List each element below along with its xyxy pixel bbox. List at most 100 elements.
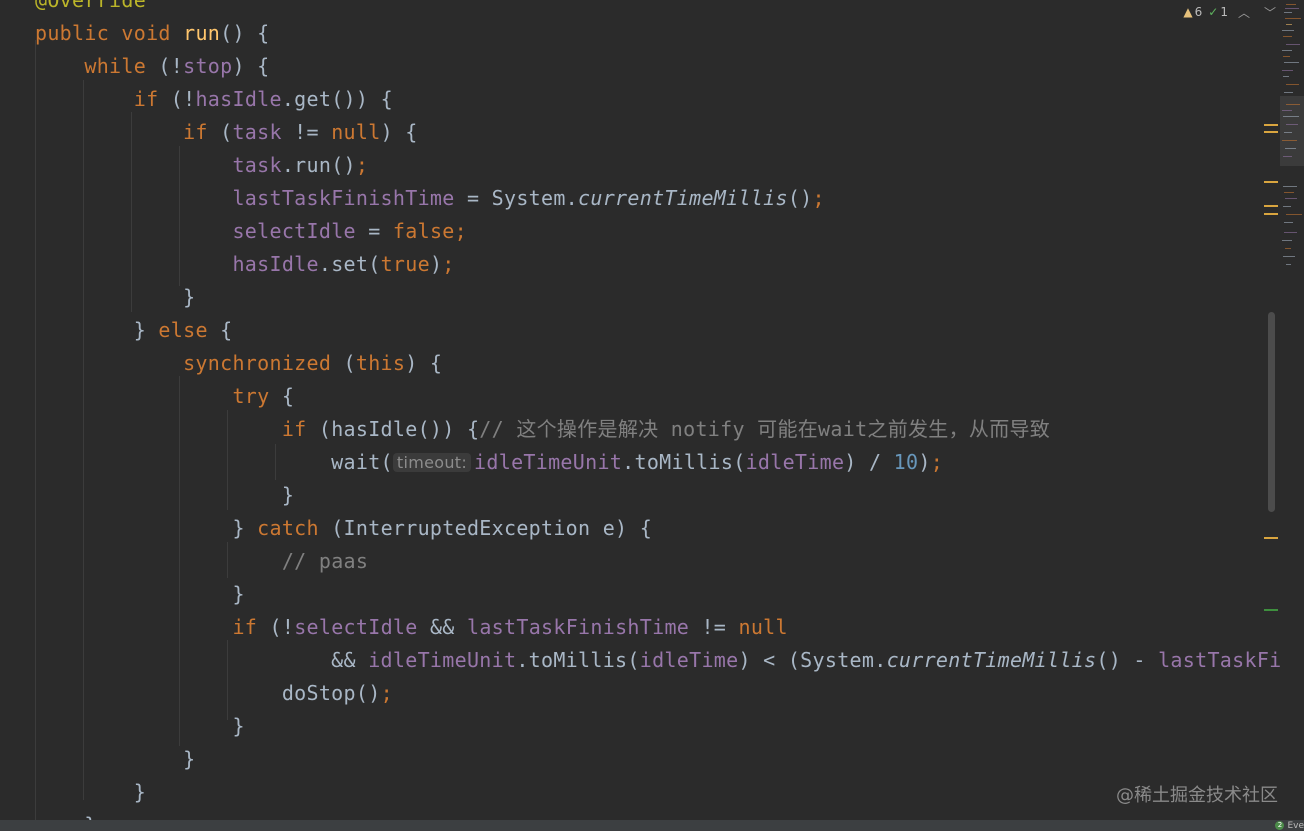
code-token: lastTaskFinishTime <box>232 186 455 210</box>
code-token: selectIdle <box>232 219 356 243</box>
code-token: != <box>689 615 739 639</box>
code-line[interactable]: while (!stop) { <box>35 50 270 83</box>
code-token: != <box>281 120 332 144</box>
code-token: = <box>355 219 393 243</box>
warning-stripe-mark[interactable] <box>1264 537 1278 539</box>
code-line[interactable]: try { <box>35 380 294 413</box>
code-token: stop <box>183 54 233 78</box>
code-line[interactable]: } <box>35 578 245 611</box>
minimap-line <box>1284 222 1293 223</box>
code-token: ( <box>207 120 233 144</box>
code-line[interactable]: if (!hasIdle.get()) { <box>35 83 393 116</box>
code-token: try <box>232 384 270 408</box>
code-token: if <box>281 417 307 441</box>
warning-stripe-mark[interactable] <box>1264 205 1278 207</box>
watermark: @稀土掘金技术社区 <box>1116 785 1278 806</box>
code-line[interactable]: } <box>35 776 146 809</box>
code-token: 10 <box>893 450 919 474</box>
code-line[interactable]: && idleTimeUnit.toMillis(idleTime) < (Sy… <box>35 644 1280 677</box>
code-line[interactable]: @Override <box>35 0 146 17</box>
code-token: wait( <box>35 450 393 474</box>
vertical-scrollbar[interactable] <box>1268 312 1275 512</box>
minimap-line <box>1286 4 1296 5</box>
code-line[interactable]: } else { <box>35 314 232 347</box>
inspection-widget[interactable]: ▲ 6 ✓ 1 ︿ ﹀ <box>1183 0 1280 24</box>
minimap-line <box>1282 30 1294 31</box>
code-line[interactable]: } catch (InterruptedException e) { <box>35 512 652 545</box>
code-editor[interactable]: @Override public void run() { while (!sto… <box>0 0 1280 820</box>
code-token: ) / <box>844 450 894 474</box>
code-minimap[interactable] <box>1280 0 1304 820</box>
chevron-up-icon[interactable]: ︿ <box>1234 4 1254 21</box>
code-token: ) { <box>380 120 418 144</box>
code-token: } <box>35 483 295 507</box>
warning-stripe-mark[interactable] <box>1264 124 1278 126</box>
code-token: task <box>232 153 282 177</box>
code-line[interactable]: } <box>35 743 195 776</box>
code-line[interactable]: if (!selectIdle && lastTaskFinishTime !=… <box>35 611 788 644</box>
code-line[interactable]: task.run(); <box>35 149 368 182</box>
checks-indicator[interactable]: ✓ 1 <box>1208 5 1228 19</box>
code-token: .get()) { <box>281 87 393 111</box>
chevron-down-icon[interactable]: ﹀ <box>1260 4 1280 21</box>
code-token: .run() <box>281 153 356 177</box>
warning-stripe-mark[interactable] <box>1264 213 1278 215</box>
code-token: (InterruptedException e) { <box>318 516 653 540</box>
code-line[interactable]: doStop(); <box>35 677 393 710</box>
code-line[interactable]: } <box>35 710 245 743</box>
warning-stripe-mark[interactable] <box>1264 131 1278 133</box>
code-token: idleTimeUnit <box>474 450 623 474</box>
code-token: ( <box>331 351 356 375</box>
code-line[interactable]: wait(timeout: idleTimeUnit.toMillis(idleT… <box>35 446 943 479</box>
code-token: () { <box>220 21 270 45</box>
code-line[interactable]: } <box>35 479 294 512</box>
code-line[interactable]: lastTaskFinishTime = System.currentTimeM… <box>35 182 825 215</box>
code-line[interactable]: } <box>35 281 195 314</box>
code-line[interactable]: if (task != null) { <box>35 116 418 149</box>
minimap-line <box>1285 198 1297 199</box>
code-token: = System. <box>454 186 579 210</box>
code-line[interactable]: public void run() { <box>35 17 270 50</box>
code-line[interactable]: if (hasIdle()) {// 这个操作是解决 notify 可能在wai… <box>35 413 1050 446</box>
code-token: doStop() <box>35 681 381 705</box>
code-line[interactable]: } <box>35 809 97 820</box>
parameter-hint: timeout: <box>392 453 472 472</box>
warning-triangle-icon: ▲ <box>1183 5 1193 19</box>
code-token: void <box>121 21 171 45</box>
code-token: () - <box>1096 648 1159 672</box>
minimap-line <box>1283 156 1292 157</box>
warnings-indicator[interactable]: ▲ 6 <box>1183 5 1202 19</box>
code-token: run <box>183 21 221 45</box>
code-line[interactable]: // paas <box>35 545 368 578</box>
code-token: ; <box>380 681 393 705</box>
warnings-count: 6 <box>1194 5 1203 19</box>
code-token: if <box>183 120 208 144</box>
ok-stripe-mark[interactable] <box>1264 609 1278 611</box>
code-line[interactable]: synchronized (this) { <box>35 347 442 380</box>
minimap-line <box>1282 50 1292 51</box>
minimap-line <box>1285 248 1291 249</box>
code-token: catch <box>257 516 319 540</box>
event-log-widget[interactable]: 2 Eve <box>1275 820 1304 831</box>
code-token: currentTimeMillis <box>886 648 1097 672</box>
code-token: { <box>269 384 295 408</box>
code-token: && <box>417 615 467 639</box>
minimap-line <box>1283 206 1291 207</box>
code-line[interactable]: hasIdle.set(true); <box>35 248 455 281</box>
minimap-line <box>1284 232 1297 233</box>
code-token: ) <box>918 450 931 474</box>
code-token: public <box>35 21 110 45</box>
code-line[interactable]: selectIdle = false; <box>35 215 467 248</box>
warning-stripe-mark[interactable] <box>1264 181 1278 183</box>
code-token: (! <box>257 615 295 639</box>
code-token: this <box>355 351 406 375</box>
code-token: ) < (System. <box>738 648 887 672</box>
